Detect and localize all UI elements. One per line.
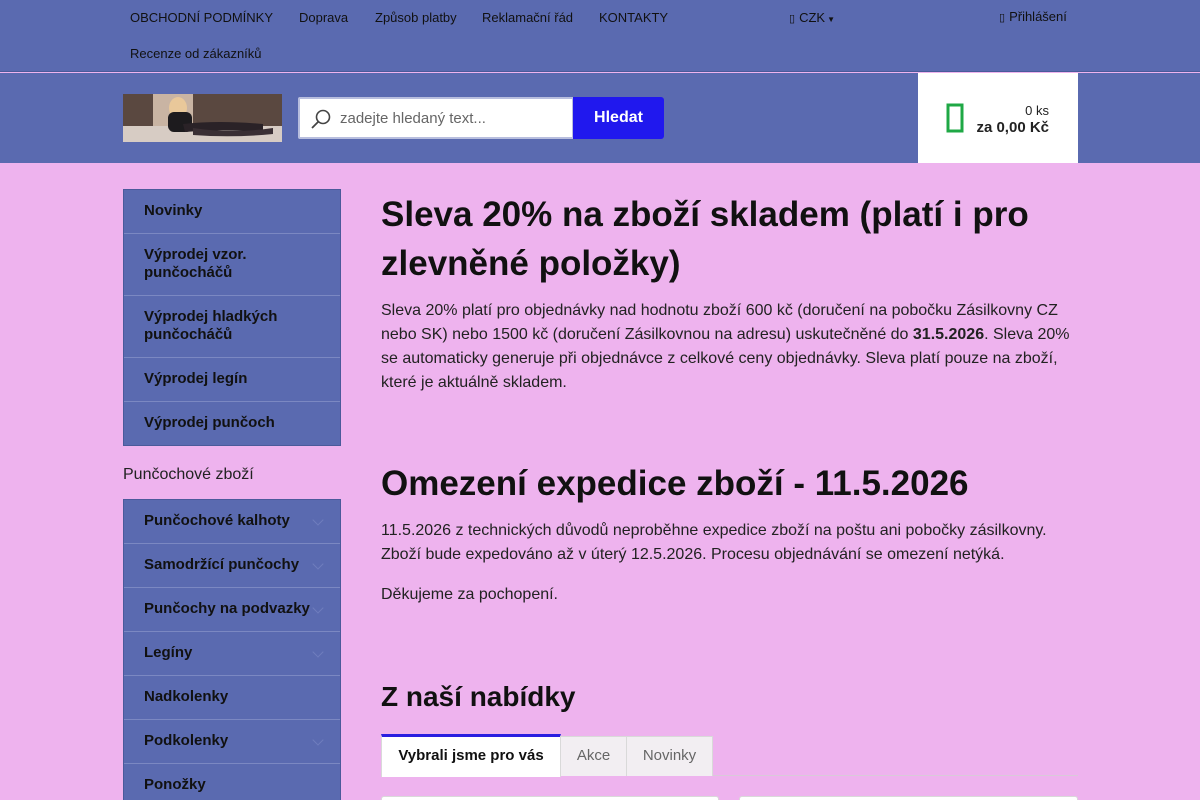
tab-picked-for-you[interactable]: Vybrali jsme pro vás: [381, 734, 561, 777]
sale-deadline: 31.5.2026: [912, 326, 985, 343]
sidebar-promo-menu: Novinky Výprodej vzor. punčocháčů Výprod…: [123, 189, 341, 446]
main-content: Sleva 20% na zboží skladem (platí i pro …: [381, 190, 1078, 713]
sidebar-item-label: Výprodej punčoch: [144, 414, 275, 431]
sidebar-category-menu: Punčochové kalhoty Samodržící punčochy P…: [123, 499, 341, 800]
nav-link-terms[interactable]: OBCHODNÍ PODMÍNKY: [130, 10, 273, 25]
sidebar-item-sale-leggings[interactable]: Výprodej legín: [124, 357, 340, 401]
sidebar-item-label: Výprodej vzor. punčocháčů: [144, 246, 247, 281]
chevron-down-icon: ▼: [827, 15, 835, 24]
product-card[interactable]: [381, 796, 719, 800]
sidebar-item-label: Samodržící punčochy: [144, 556, 300, 573]
offer-tabs: Vybrali jsme pro vás Akce Novinky: [381, 734, 1078, 777]
sidebar-item-knee-highs[interactable]: Podkolenky: [124, 719, 340, 763]
tab-sale[interactable]: Akce: [560, 736, 627, 776]
login-link[interactable]: ▯ Přihlášení: [999, 9, 1067, 24]
thanks-text: Děkujeme za pochopení.: [381, 586, 558, 603]
currency-label: CZK: [799, 10, 826, 25]
sidebar-item-leggings[interactable]: Legíny: [124, 631, 340, 675]
sidebar-item-socks[interactable]: Ponožky: [124, 763, 340, 800]
sidebar-item-sale-patterned-tights[interactable]: Výprodej vzor. punčocháčů: [124, 233, 340, 295]
notice-paragraph: 11.5.2026 z technických důvodů neproběhn…: [381, 522, 1047, 563]
nav-link-shipping[interactable]: Doprava: [299, 10, 348, 25]
sidebar-section-title: Punčochové zboží: [123, 466, 254, 483]
sidebar-item-label: Nadkolenky: [144, 688, 229, 705]
sidebar-item-tights[interactable]: Punčochové kalhoty: [124, 500, 340, 543]
top-bar: OBCHODNÍ PODMÍNKY Doprava Způsob platby …: [0, 0, 1200, 72]
sidebar-item-label: Novinky: [144, 202, 203, 219]
login-label: Přihlášení: [1009, 9, 1067, 24]
sidebar-item-label: Punčochové kalhoty: [144, 512, 290, 529]
search-input[interactable]: [340, 106, 568, 130]
user-icon: ▯: [999, 12, 1006, 24]
chevron-down-icon: [312, 733, 324, 746]
chevron-down-icon: [312, 513, 324, 526]
tab-new[interactable]: Novinky: [626, 736, 713, 776]
sidebar-item-label: Výprodej legín: [144, 370, 248, 387]
logo-image: [123, 94, 282, 142]
sidebar-item-sale-plain-tights[interactable]: Výprodej hladkých punčocháčů: [124, 295, 340, 357]
sidebar-item-label: Punčochy na podvazky: [144, 600, 310, 617]
sale-heading: Sleva 20% na zboží skladem (platí i pro …: [381, 195, 1029, 283]
currency-icon: ▯: [789, 13, 796, 25]
search-icon: [311, 109, 331, 129]
search-box: [298, 97, 574, 139]
chevron-down-icon: [312, 645, 324, 658]
header: Hledat 0 ks za 0,00 Kč: [0, 73, 1200, 163]
offer-heading: Z naší nabídky: [381, 681, 576, 712]
sidebar-item-suspender-stockings[interactable]: Punčochy na podvazky: [124, 587, 340, 631]
cart-widget[interactable]: 0 ks za 0,00 Kč: [918, 73, 1078, 163]
product-card[interactable]: [739, 796, 1078, 800]
chevron-down-icon: [312, 601, 324, 614]
shop-logo[interactable]: [123, 94, 282, 142]
cart-icon: [946, 103, 964, 133]
sidebar-item-hold-ups[interactable]: Samodržící punčochy: [124, 543, 340, 587]
sidebar-item-sale-stockings[interactable]: Výprodej punčoch: [124, 401, 340, 445]
nav-link-payment[interactable]: Způsob platby: [375, 10, 457, 25]
cart-price: za 0,00 Kč: [976, 119, 1049, 136]
sidebar-item-label: Legíny: [144, 644, 193, 661]
search-button[interactable]: Hledat: [573, 97, 664, 139]
sidebar-item-label: Výprodej hladkých punčocháčů: [144, 308, 278, 343]
notice-heading: Omezení expedice zboží - 11.5.2026: [381, 464, 969, 503]
sale-paragraph: Sleva 20% platí pro objednávky nad hodno…: [381, 299, 1078, 395]
sidebar-item-novinky[interactable]: Novinky: [124, 190, 340, 233]
sidebar-item-over-knee[interactable]: Nadkolenky: [124, 675, 340, 719]
nav-link-complaints[interactable]: Reklamační řád: [482, 10, 573, 25]
chevron-down-icon: [312, 557, 324, 570]
currency-selector[interactable]: ▯ CZK ▼: [789, 10, 835, 25]
nav-link-reviews[interactable]: Recenze od zákazníků: [130, 46, 262, 61]
sidebar-item-label: Podkolenky: [144, 732, 229, 749]
cart-quantity: 0 ks: [1025, 103, 1049, 118]
nav-link-contacts[interactable]: KONTAKTY: [599, 10, 668, 25]
sidebar-item-label: Ponožky: [144, 776, 206, 793]
